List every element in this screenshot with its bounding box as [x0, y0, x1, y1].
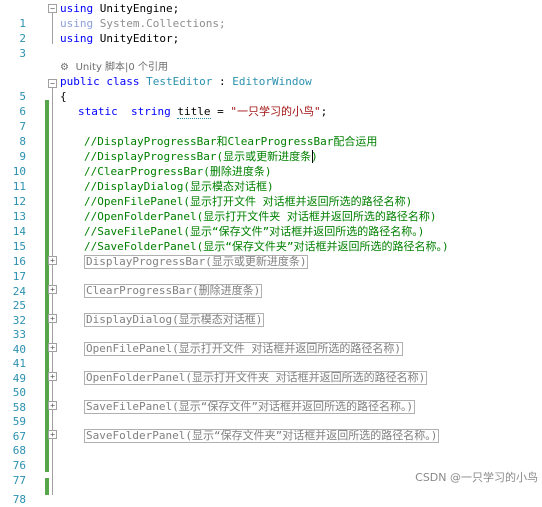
keyword: static: [78, 105, 118, 118]
keyword: string: [131, 105, 171, 118]
collapsed-region[interactable]: OpenFolderPanel(显示打开文件夹 对话框并返回所选的路径名称): [84, 371, 428, 385]
code-line[interactable]: 14 //OpenFolderPanel(显示打开文件夹 对话框并返回所选的路径…: [0, 209, 542, 238]
code-line[interactable]: 7 static string title = "一只学习的小鸟";: [0, 104, 542, 133]
keyword: public: [60, 75, 100, 88]
code-line[interactable]: 13 //OpenFilePanel(显示打开文件 对话框并返回所选的路径名称): [0, 194, 542, 223]
string-literal: "一只学习的小鸟": [230, 105, 321, 118]
codelens[interactable]: ⚙ Unity 脚本|0 个引用: [0, 59, 542, 74]
collapsed-region[interactable]: OpenFilePanel(显示打开文件 对话框并返回所选的路径名称): [84, 342, 403, 356]
comment: //ClearProgressBar(删除进度条): [84, 165, 272, 178]
code-line[interactable]: 15 //SaveFilePanel(显示“保存文件”对话框并返回所选的路径名称…: [0, 224, 542, 253]
code-line[interactable]: 59 SaveFilePanel(显示“保存文件”对话框并返回所选的路径名称。): [0, 399, 542, 428]
code-text: UnityEditor;: [93, 32, 180, 45]
code-line[interactable]: 11 //ClearProgressBar(删除进度条): [0, 164, 542, 193]
code-line[interactable]: 17 DisplayProgressBar(显示或更新进度条): [0, 254, 542, 283]
code-line[interactable]: 67: [0, 414, 542, 443]
collapsed-region[interactable]: DisplayDialog(显示模态对话框): [84, 313, 265, 327]
code-text: {: [60, 90, 67, 103]
code-line[interactable]: 76: [0, 443, 542, 472]
code-line[interactable]: 32: [0, 298, 542, 327]
keyword: class: [99, 75, 140, 88]
code-line[interactable]: 1 using UnityEngine;: [0, 1, 542, 30]
base-class-name: EditorWindow: [225, 75, 312, 88]
code-line[interactable]: 16 //SaveFolderPanel(显示“保存文件夹”对话框并返回所选的路…: [0, 239, 542, 268]
line-number: 78: [12, 493, 26, 506]
collapsed-region[interactable]: ClearProgressBar(删除进度条): [84, 284, 263, 298]
collapsed-region[interactable]: SaveFilePanel(显示“保存文件”对话框并返回所选的路径名称。): [84, 400, 416, 414]
code-line[interactable]: 5 public class TestEditor : EditorWindow: [0, 74, 542, 103]
code-line[interactable]: 2 using System.Collections;: [0, 16, 542, 45]
field-name: title: [177, 105, 211, 119]
comment: //DisplayProgressBar和ClearProgressBar配合运…: [84, 135, 378, 148]
comment: //OpenFilePanel(显示打开文件 对话框并返回所选的路径名称): [84, 195, 413, 208]
code-line[interactable]: 50 OpenFolderPanel(显示打开文件夹 对话框并返回所选的路径名称…: [0, 370, 542, 399]
code-text: ;: [320, 105, 328, 118]
collapsed-region[interactable]: DisplayProgressBar(显示或更新进度条): [84, 255, 309, 269]
code-line[interactable]: 10 //DisplayProgressBar(显示或更新进度条): [0, 149, 542, 178]
code-line[interactable]: 3 using UnityEditor;: [0, 31, 542, 60]
code-line[interactable]: 24: [0, 269, 542, 298]
code-text: UnityEngine;: [93, 2, 180, 15]
code-line[interactable]: 68 SaveFolderPanel(显示“保存文件夹”对话框并返回所选的路径名…: [0, 428, 542, 457]
code-line[interactable]: 58: [0, 385, 542, 414]
code-line[interactable]: 8: [0, 119, 542, 148]
code-line[interactable]: 25 ClearProgressBar(删除进度条): [0, 283, 542, 312]
codelens-text[interactable]: Unity 脚本|0 个引用: [76, 62, 168, 73]
code-line[interactable]: 41 OpenFilePanel(显示打开文件 对话框并返回所选的路径名称): [0, 341, 542, 370]
unity-script-icon: ⚙: [60, 62, 69, 73]
code-text: System.Collections;: [93, 17, 226, 30]
code-line[interactable]: 40: [0, 327, 542, 356]
code-text: =: [210, 105, 231, 118]
comment: //DisplayProgressBar(显示或更新进度条): [84, 150, 318, 163]
text-cursor: [312, 150, 313, 163]
code-line[interactable]: 33 DisplayDialog(显示模态对话框): [0, 312, 542, 341]
code-line[interactable]: 9 //DisplayProgressBar和ClearProgressBar配…: [0, 134, 542, 163]
keyword: using: [60, 2, 94, 15]
keyword: using: [60, 32, 94, 45]
code-text: :: [212, 75, 226, 88]
code-line[interactable]: 12 //DisplayDialog(显示模态对话框): [0, 179, 542, 208]
comment: //SaveFolderPanel(显示“保存文件夹”对话框并返回所选的路径名称…: [84, 240, 449, 253]
comment: //DisplayDialog(显示模态对话框): [84, 180, 274, 193]
keyword: using: [60, 17, 94, 30]
code-line[interactable]: 6 {: [0, 89, 542, 118]
code-line[interactable]: 49: [0, 356, 542, 385]
collapsed-region[interactable]: SaveFolderPanel(显示“保存文件夹”对话框并返回所选的路径名称。): [84, 429, 440, 443]
comment: //SaveFilePanel(显示“保存文件”对话框并返回所选的路径名称。): [84, 225, 425, 238]
class-name: TestEditor: [139, 75, 213, 88]
csdn-watermark: CSDN @一只学习的小鸟: [415, 471, 538, 484]
comment: //OpenFolderPanel(显示打开文件夹 对话框并返回所选的路径名称): [84, 210, 437, 223]
